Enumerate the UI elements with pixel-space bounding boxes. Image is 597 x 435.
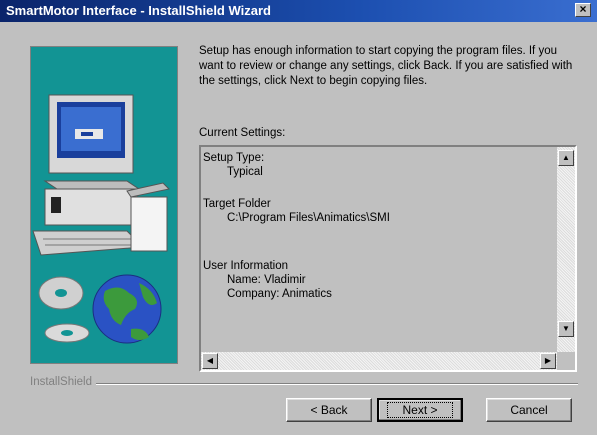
scroll-right-icon[interactable]: ▶: [540, 353, 556, 369]
window-title: SmartMotor Interface - InstallShield Wiz…: [6, 3, 271, 18]
computer-icon: [32, 94, 171, 256]
back-button[interactable]: < Back: [286, 398, 372, 422]
vertical-scrollbar[interactable]: ▲ ▼: [557, 147, 575, 352]
footer-divider: [30, 383, 578, 385]
cd-icon: [38, 276, 90, 343]
setup-type-value: Typical: [227, 166, 263, 178]
globe-icon: [92, 274, 162, 344]
scrollbar-corner: [557, 352, 575, 370]
target-folder-value: C:\Program Files\Animatics\SMI: [227, 212, 390, 224]
setup-type-heading: Setup Type:: [203, 152, 265, 164]
target-folder-heading: Target Folder: [203, 198, 271, 210]
horizontal-scrollbar[interactable]: ◀ ▶: [201, 352, 557, 370]
close-icon: ×: [579, 2, 587, 16]
wizard-illustration: [30, 46, 178, 364]
setup-message: Setup has enough information to start co…: [199, 45, 573, 87]
cancel-button[interactable]: Cancel: [486, 398, 572, 422]
scroll-up-icon[interactable]: ▲: [558, 150, 574, 166]
current-settings-label: Current Settings:: [199, 127, 286, 139]
back-button-label: < Back: [310, 403, 348, 417]
title-bar: SmartMotor Interface - InstallShield Wiz…: [0, 0, 597, 22]
settings-text: Setup Type: Typical Target Folder C:\Pro…: [203, 151, 555, 350]
settings-box[interactable]: Setup Type: Typical Target Folder C:\Pro…: [199, 145, 577, 372]
scroll-down-icon[interactable]: ▼: [558, 321, 574, 337]
user-company: Company: Animatics: [227, 288, 332, 300]
close-button[interactable]: ×: [575, 3, 591, 17]
next-button-label: Next >: [387, 402, 453, 418]
scroll-left-icon[interactable]: ◀: [202, 353, 218, 369]
user-info-heading: User Information: [203, 260, 289, 272]
user-name: Name: Vladimir: [227, 274, 306, 286]
cancel-button-label: Cancel: [510, 403, 548, 417]
next-button[interactable]: Next >: [377, 398, 463, 422]
installshield-brand: InstallShield: [30, 376, 97, 388]
